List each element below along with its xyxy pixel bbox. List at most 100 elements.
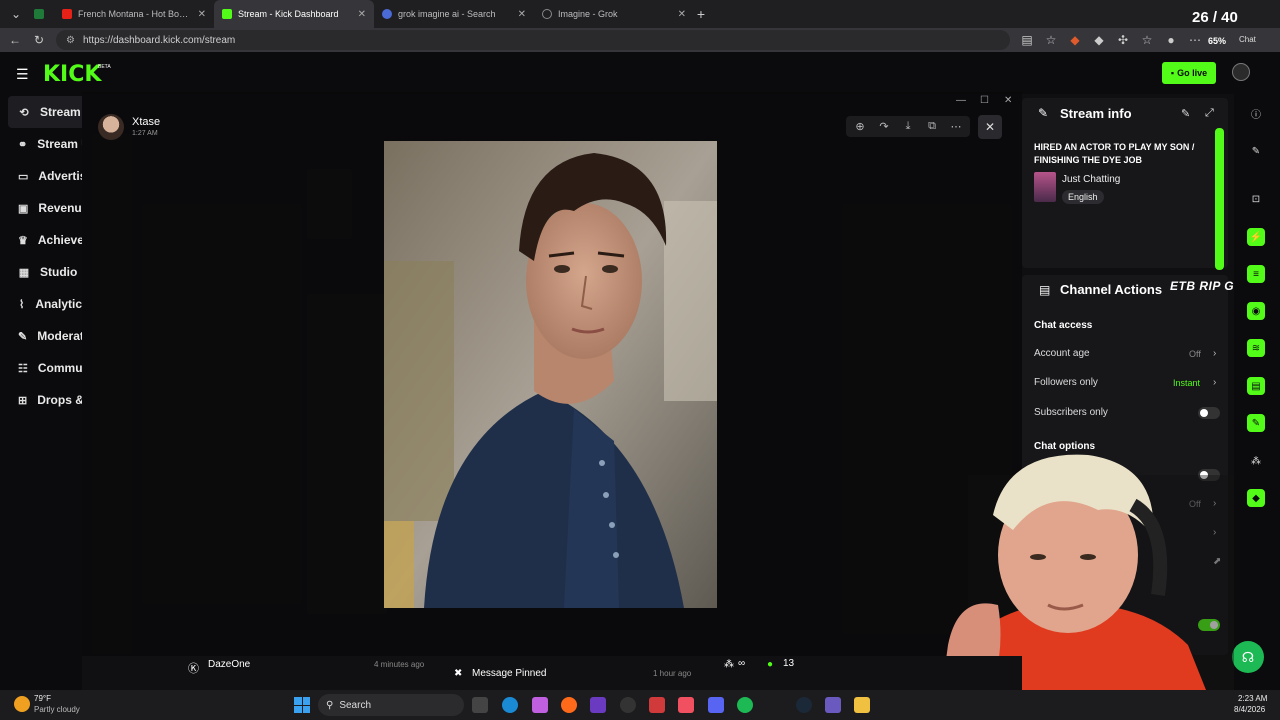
- users-icon: ⁂: [724, 659, 734, 670]
- minimize-icon[interactable]: —: [956, 95, 966, 106]
- viewer-toolbar: ⊕ ↷ ⤓ ⧉ ⋯: [846, 116, 970, 137]
- sidebar-item-advertising[interactable]: ▭ Advertis: [0, 160, 82, 192]
- loading-icon: [542, 9, 552, 19]
- pin-icon: ✖: [454, 668, 463, 679]
- avatar[interactable]: [1232, 63, 1250, 81]
- site-info-icon[interactable]: ⚙: [66, 35, 75, 46]
- chevron-right-icon[interactable]: ›: [1213, 348, 1216, 359]
- window-close-icon[interactable]: ✕: [1004, 95, 1012, 106]
- subscribers-only-toggle[interactable]: [1198, 407, 1220, 419]
- zoom-icon[interactable]: ⊕: [852, 120, 868, 133]
- more-icon[interactable]: ⋯: [948, 120, 964, 133]
- sidebar-item-analytics[interactable]: ⌇ Analytic: [0, 288, 82, 320]
- close-tab-icon[interactable]: ✕: [678, 9, 686, 20]
- favorites-icon[interactable]: ☆: [1140, 33, 1154, 47]
- expand-icon[interactable]: ⤢: [1205, 107, 1214, 120]
- pencil-icon[interactable]: ✎: [1247, 142, 1265, 160]
- sidebar-item-label: Drops &: [37, 393, 82, 407]
- edit-icon[interactable]: ✎: [1181, 107, 1190, 120]
- tab-search[interactable]: grok imagine ai - Search ✕: [374, 0, 534, 28]
- sidebar-item-studio[interactable]: ▦ Studio: [0, 256, 82, 288]
- star-icon[interactable]: ☆: [1044, 33, 1058, 47]
- reload-icon[interactable]: ↻: [32, 33, 46, 47]
- tab-pinned[interactable]: [26, 0, 54, 28]
- chevron-right-icon[interactable]: ›: [1213, 377, 1216, 388]
- start-icon[interactable]: [294, 697, 310, 713]
- app-icon[interactable]: [590, 697, 606, 713]
- kick-top-bar: [0, 52, 1280, 94]
- wrench-icon[interactable]: ✎: [1247, 414, 1265, 432]
- weather-icon[interactable]: [14, 696, 30, 712]
- copilot-icon[interactable]: [532, 697, 548, 713]
- sidebar-item-achievements[interactable]: ♛ Achieve: [0, 224, 82, 256]
- sidebar-item-drops[interactable]: ⊞ Drops &: [0, 384, 82, 416]
- extension-icon[interactable]: ◆: [1092, 33, 1106, 47]
- go-live-button[interactable]: ▪ Go live: [1162, 62, 1216, 84]
- back-arrow-icon[interactable]: ←: [8, 33, 22, 47]
- sidebar-item-stream[interactable]: ⟲ Stream: [8, 96, 82, 128]
- chat-icon[interactable]: ◉: [1247, 302, 1265, 320]
- tab-list-chevron-icon[interactable]: ⌄: [6, 7, 26, 21]
- poster-time: 1:27 AM: [132, 130, 158, 137]
- app-icon[interactable]: [825, 697, 841, 713]
- url-field[interactable]: ⚙ https://dashboard.kick.com/stream: [56, 30, 1010, 50]
- maximize-icon[interactable]: ☐: [980, 95, 989, 106]
- hamburger-menu-icon[interactable]: ☰: [16, 66, 29, 83]
- sidebar-item-community[interactable]: ☷ Commun: [0, 352, 82, 384]
- info-icon[interactable]: ⓘ: [1247, 104, 1265, 122]
- dollar-icon: ▣: [18, 202, 29, 215]
- music-icon[interactable]: [678, 697, 694, 713]
- tab-kick-dashboard[interactable]: Stream - Kick Dashboard ✕: [214, 0, 374, 28]
- profile-icon[interactable]: ●: [1164, 33, 1178, 47]
- steam-icon[interactable]: [796, 697, 812, 713]
- sidebar-item-moderation[interactable]: ✎ Moderat: [0, 320, 82, 352]
- close-viewer-button[interactable]: ✕: [978, 115, 1002, 139]
- headset-icon[interactable]: ☊: [1232, 641, 1264, 673]
- spotify-icon[interactable]: [737, 697, 753, 713]
- trophy-icon: ♛: [18, 234, 28, 247]
- infinity-value: ∞: [738, 658, 746, 669]
- gift-icon[interactable]: ◆: [1247, 489, 1265, 507]
- obs-icon[interactable]: [620, 697, 636, 713]
- close-tab-icon[interactable]: ✕: [198, 9, 206, 20]
- close-tab-icon[interactable]: ✕: [358, 9, 366, 20]
- capture-icon[interactable]: ⊡: [1247, 190, 1265, 208]
- close-tab-icon[interactable]: ✕: [518, 9, 526, 20]
- goal-progress-bar: [1215, 128, 1224, 270]
- task-view-icon[interactable]: [472, 697, 488, 713]
- lightning-icon[interactable]: ⚡: [1247, 228, 1265, 246]
- channel-actions-title: Channel Actions: [1060, 282, 1163, 297]
- more-icon[interactable]: ⋯: [1188, 33, 1202, 47]
- broadcast-icon[interactable]: ≋: [1247, 339, 1265, 357]
- address-bar-row: ← ↻ ⚙ https://dashboard.kick.com/stream …: [0, 28, 1280, 52]
- tab-youtube[interactable]: French Montana - Hot Boy Bling ft. ✕: [54, 0, 214, 28]
- sidebar-item-revenue[interactable]: ▣ Revenue: [0, 192, 82, 224]
- taskbar-search[interactable]: ⚲ Search: [318, 694, 464, 716]
- community-icon[interactable]: ⁂: [1247, 452, 1265, 470]
- share-icon[interactable]: ↷: [876, 120, 892, 133]
- weather-desc: Partly cloudy: [34, 705, 80, 714]
- firefox-icon[interactable]: [561, 697, 577, 713]
- chat-button[interactable]: Chat: [1239, 35, 1256, 44]
- new-tab-button[interactable]: +: [694, 6, 708, 22]
- sidebar-item-stream-url[interactable]: ⚭ Stream U: [0, 128, 82, 160]
- extension-icon[interactable]: ◆: [1068, 33, 1082, 47]
- folder-icon[interactable]: [854, 697, 870, 713]
- layout-icon[interactable]: ▤: [1247, 377, 1265, 395]
- discord-icon[interactable]: [708, 697, 724, 713]
- puzzle-icon[interactable]: ✣: [1116, 33, 1130, 47]
- stream-icon: ⟲: [19, 106, 29, 119]
- account-age-value: Off: [1189, 349, 1201, 359]
- shield-icon: ✎: [18, 330, 28, 343]
- notes-icon[interactable]: ≡: [1247, 265, 1265, 283]
- app-icon[interactable]: [649, 697, 665, 713]
- kick-icon: [222, 9, 232, 19]
- download-icon[interactable]: ⤓: [900, 120, 916, 133]
- kick-icon: ▪: [1170, 68, 1175, 78]
- tab-grok[interactable]: Imagine - Grok ✕: [534, 0, 694, 28]
- portrait-photo: [384, 141, 717, 608]
- reader-icon[interactable]: ▤: [1020, 33, 1034, 47]
- open-external-icon[interactable]: ⧉: [924, 120, 940, 133]
- kick-logo[interactable]: KICK: [43, 62, 101, 87]
- edge-icon[interactable]: [502, 697, 518, 713]
